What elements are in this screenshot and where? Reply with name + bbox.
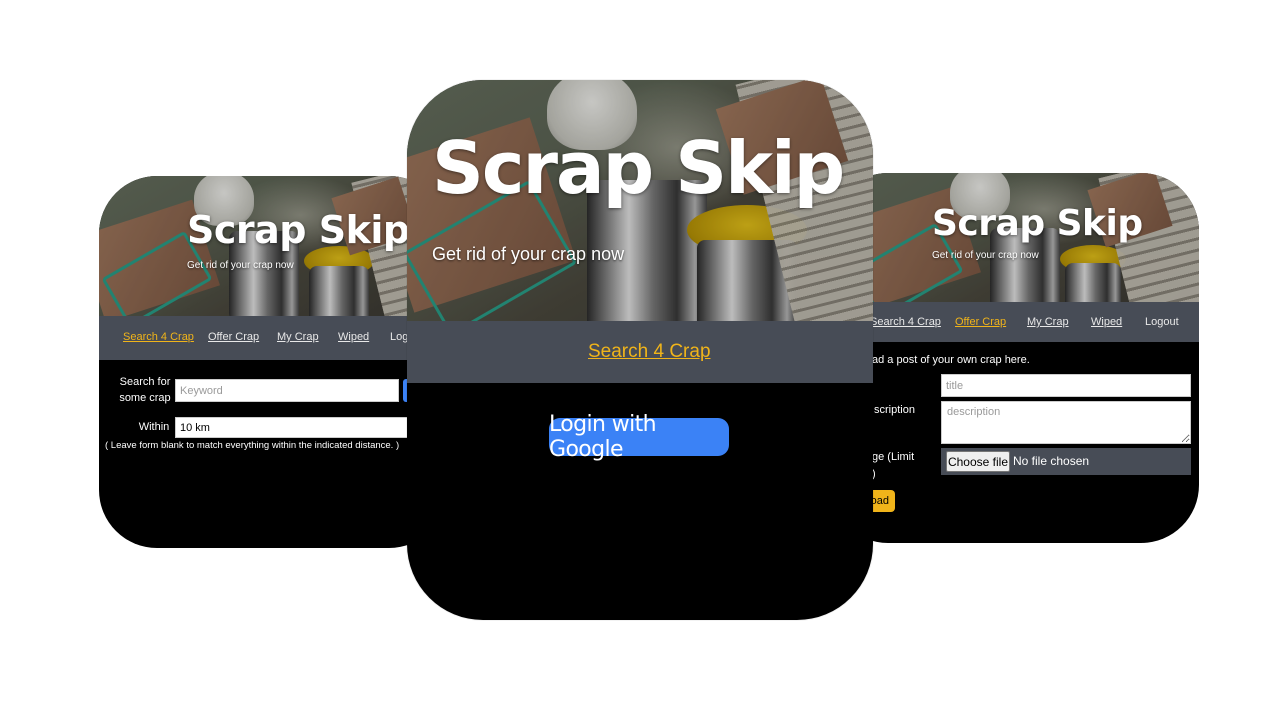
file-input: Choose file No file chosen xyxy=(941,448,1191,475)
nav-wiped-link[interactable]: Wiped xyxy=(1091,316,1122,328)
nav-search-link[interactable]: Search 4 Crap xyxy=(870,316,941,328)
nav-mine-link[interactable]: My Crap xyxy=(277,331,319,343)
nav-logout-link[interactable]: Logout xyxy=(1145,316,1179,328)
app-tagline: Get rid of your crap now xyxy=(187,260,294,271)
app-tagline: Get rid of your crap now xyxy=(932,250,1039,261)
hero-banner: Scrap Skip Get rid of your crap now xyxy=(407,80,873,321)
nav-offer-link[interactable]: Offer Crap xyxy=(955,316,1006,328)
nav-search-link[interactable]: Search 4 Crap xyxy=(588,341,711,363)
distance-select[interactable] xyxy=(175,417,413,438)
login-screen-card: Scrap Skip Get rid of your crap now Sear… xyxy=(407,80,873,620)
offer-intro-text: ad a post of your own crap here. xyxy=(872,354,1030,366)
app-title: Scrap Skip xyxy=(432,126,845,210)
login-with-google-button[interactable]: Login with Google xyxy=(549,412,729,462)
keyword-input[interactable] xyxy=(175,379,399,402)
hero-banner: Scrap Skip Get rid of your crap now xyxy=(99,176,447,316)
image-label-line1: ge (Limit xyxy=(872,451,915,463)
nav-offer-link[interactable]: Offer Crap xyxy=(208,331,259,343)
file-status: No file chosen xyxy=(1013,454,1090,468)
search-screen-card: Scrap Skip Get rid of your crap now Sear… xyxy=(99,176,447,548)
description-label: scription xyxy=(874,404,915,416)
app-tagline: Get rid of your crap now xyxy=(432,244,625,264)
choose-file-button[interactable]: Choose file xyxy=(946,451,1010,472)
nav-wiped-link[interactable]: Wiped xyxy=(338,331,369,343)
offer-screen-card: Scrap Skip Get rid of your crap now Sear… xyxy=(830,173,1199,543)
app-title: Scrap Skip xyxy=(187,208,410,252)
hero-banner: Scrap Skip Get rid of your crap now xyxy=(830,173,1199,302)
description-input[interactable] xyxy=(941,401,1191,444)
search-label: Search for some crap xyxy=(119,376,171,404)
nav-search-link[interactable]: Search 4 Crap xyxy=(123,331,194,343)
nav-bar: Search 4 Crap Offer Crap My Crap Wiped L… xyxy=(830,302,1199,342)
nav-bar: Search 4 Crap xyxy=(407,321,873,383)
title-input[interactable] xyxy=(941,374,1191,397)
search-hint: ( Leave form blank to match everything w… xyxy=(105,440,400,451)
nav-bar: Search 4 Crap Offer Crap My Crap Wiped L… xyxy=(99,316,447,360)
nav-mine-link[interactable]: My Crap xyxy=(1027,316,1069,328)
app-title: Scrap Skip xyxy=(932,203,1143,244)
